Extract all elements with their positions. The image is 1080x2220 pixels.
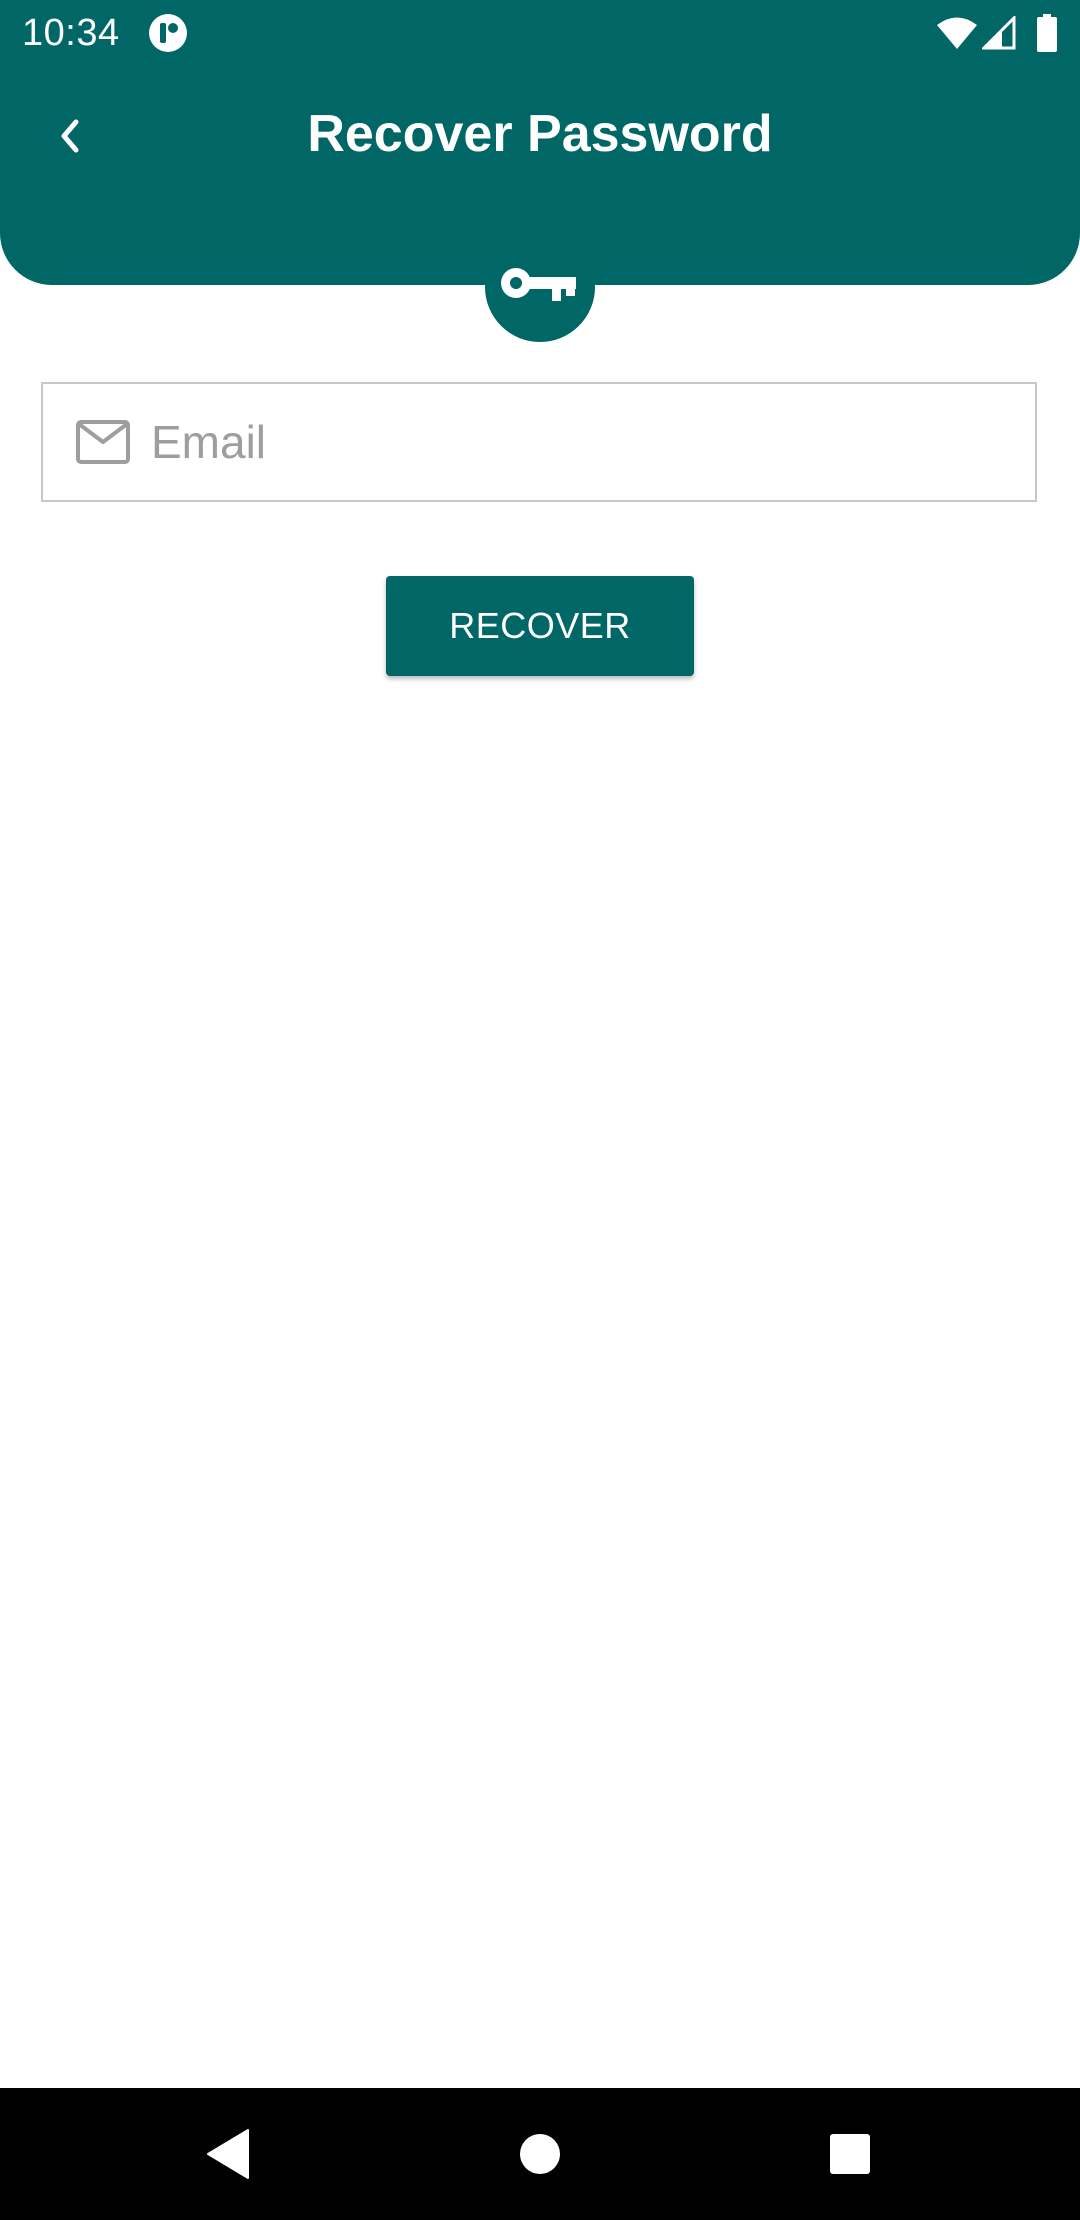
- status-time: 10:34: [22, 12, 120, 54]
- signal-icon: [982, 16, 1016, 50]
- key-badge: [485, 232, 595, 342]
- recover-password-screen: 10:34 Recover Password Email RECOVER: [0, 0, 1080, 2220]
- recover-button[interactable]: RECOVER: [386, 576, 694, 676]
- email-input[interactable]: [151, 404, 1011, 480]
- mail-icon: [76, 420, 130, 464]
- page-title: Recover Password: [307, 105, 773, 163]
- key-icon: [501, 268, 576, 301]
- wifi-icon: [937, 17, 977, 49]
- email-field[interactable]: [41, 382, 1037, 502]
- battery-icon: [1037, 14, 1057, 52]
- app-notification-icon: [149, 14, 187, 52]
- recents-square-icon[interactable]: [828, 2132, 872, 2176]
- back-triangle-icon[interactable]: [204, 2128, 252, 2180]
- navigation-bar: [0, 2088, 1080, 2220]
- home-circle-icon[interactable]: [518, 2132, 562, 2176]
- status-bar: 10:34: [0, 0, 1080, 66]
